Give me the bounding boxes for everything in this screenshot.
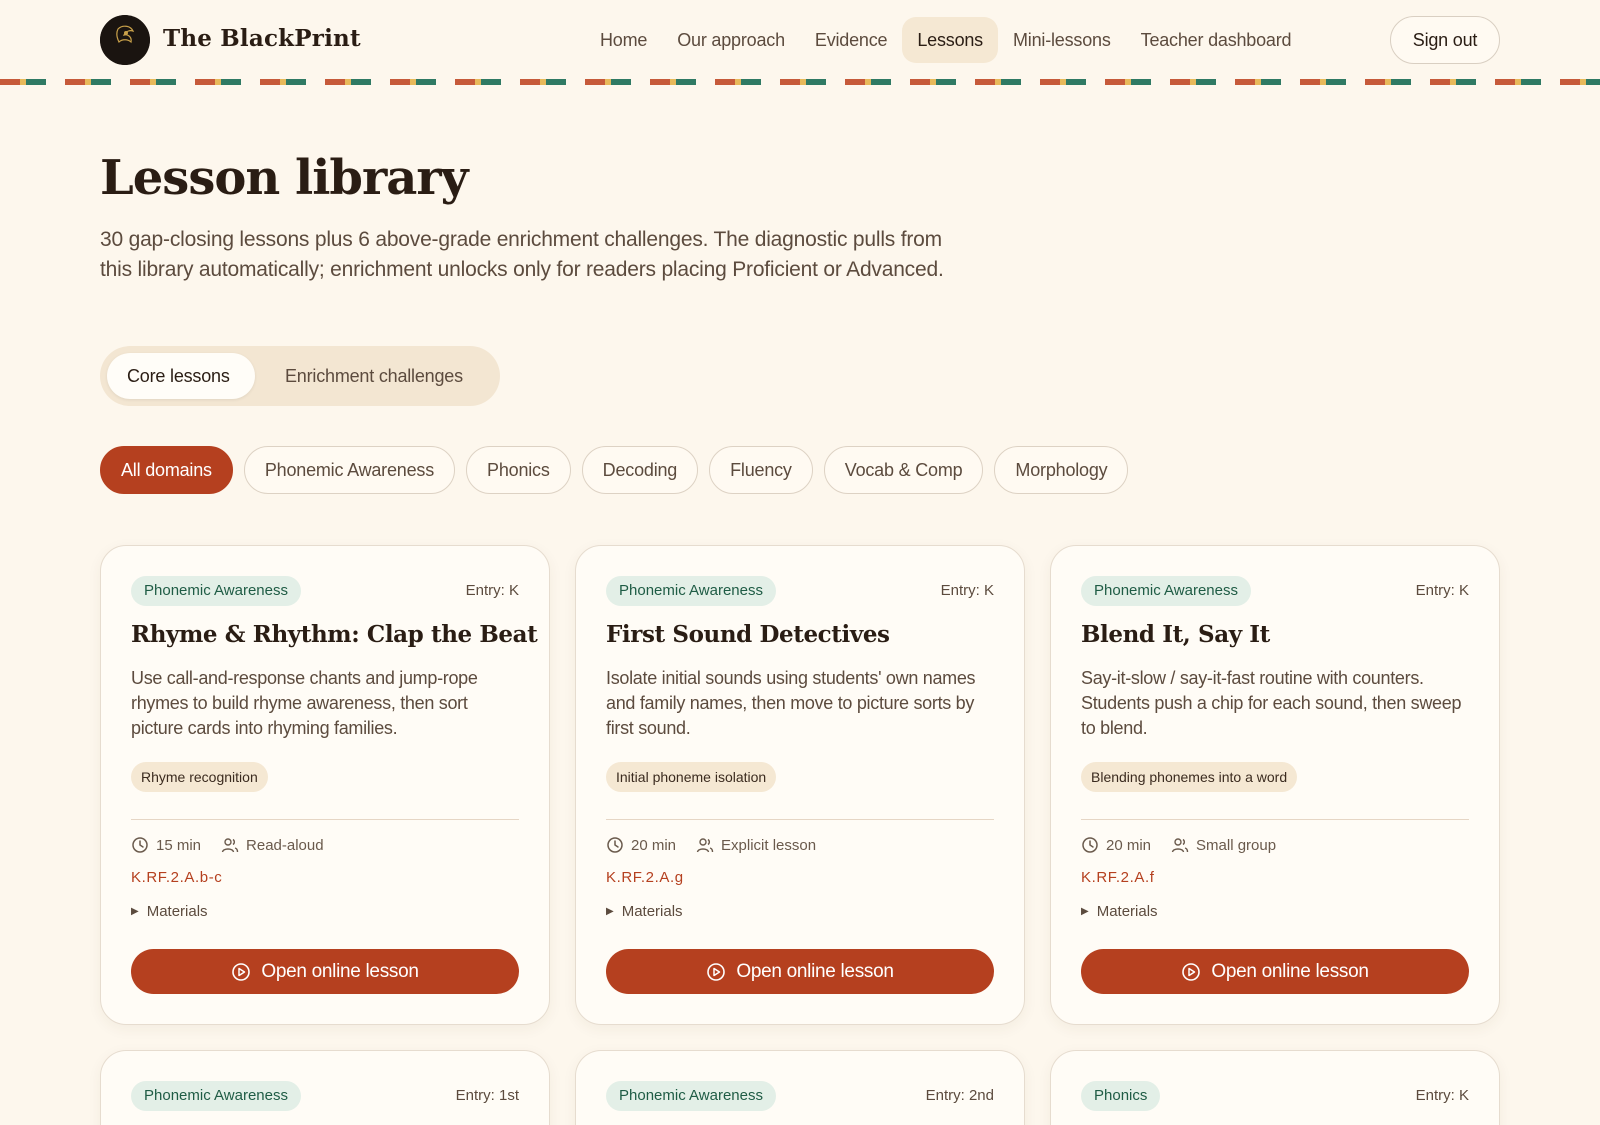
- lesson-title: First Sound Detectives: [606, 621, 890, 648]
- brand-name[interactable]: The BlackPrint: [163, 25, 361, 52]
- lesson-card: Phonemic Awareness Entry: 1st: [100, 1050, 550, 1125]
- caret-right-icon: ▶: [606, 906, 614, 917]
- lesson-title: Blend It, Say It: [1081, 621, 1270, 648]
- users-icon: [1171, 838, 1189, 853]
- users-icon: [221, 838, 239, 853]
- clock-icon: [132, 837, 148, 853]
- materials-label: Materials: [621, 903, 683, 920]
- entry-level: Entry: K: [940, 582, 994, 599]
- play-circle-icon: [1182, 962, 1201, 981]
- domain-tag: Phonemic Awareness: [606, 576, 776, 606]
- lesson-format: Explicit lesson: [721, 836, 817, 854]
- open-online-lesson-button[interactable]: Open online lesson: [131, 949, 519, 994]
- filter-all-domains[interactable]: All domains: [100, 446, 233, 494]
- materials-toggle[interactable]: ▶ Materials: [606, 903, 683, 920]
- open-lesson-label: Open online lesson: [261, 960, 419, 982]
- lesson-description: Say-it-slow / say-it-fast routine with c…: [1081, 668, 1462, 738]
- open-online-lesson-button[interactable]: Open online lesson: [1081, 949, 1469, 994]
- filter-phonics[interactable]: Phonics: [466, 446, 571, 494]
- filter-fluency[interactable]: Fluency: [709, 446, 813, 494]
- open-lesson-label: Open online lesson: [1211, 960, 1369, 982]
- domain-tag: Phonics: [1081, 1081, 1161, 1111]
- open-online-lesson-button[interactable]: Open online lesson: [606, 949, 994, 994]
- nav-mini-lessons[interactable]: Mini-lessons: [998, 17, 1126, 63]
- segment-core-lessons[interactable]: Core lessons: [107, 353, 255, 399]
- domain-tag: Phonemic Awareness: [131, 1081, 301, 1111]
- caret-right-icon: ▶: [131, 906, 139, 917]
- lesson-card: Phonics Entry: K: [1050, 1050, 1500, 1125]
- domain-tag: Phonemic Awareness: [1081, 576, 1251, 606]
- nav-lessons[interactable]: Lessons: [902, 17, 998, 63]
- lesson-meta: 15 min Read-aloud: [131, 833, 324, 857]
- standard-code: K.RF.2.A.g: [606, 869, 684, 886]
- standard-code: K.RF.2.A.f: [1081, 869, 1155, 886]
- duration: 15 min: [156, 836, 202, 854]
- card-divider: [606, 819, 994, 820]
- play-circle-icon: [232, 962, 251, 981]
- open-lesson-label: Open online lesson: [736, 960, 894, 982]
- page-title: Lesson library: [100, 150, 469, 206]
- skill-tag: Blending phonemes into a word: [1081, 762, 1298, 792]
- card-divider: [131, 819, 519, 820]
- materials-toggle[interactable]: ▶ Materials: [131, 903, 208, 920]
- site-header: The BlackPrint Home Our approach Evidenc…: [0, 0, 1600, 80]
- skill-tag: Rhyme recognition: [131, 762, 268, 792]
- lesson-format: Small group: [1196, 836, 1277, 854]
- main-nav: Home Our approach Evidence Lessons Mini-…: [585, 17, 1306, 63]
- play-circle-icon: [707, 962, 726, 981]
- clock-icon: [1082, 837, 1098, 853]
- materials-toggle[interactable]: ▶ Materials: [1081, 903, 1158, 920]
- lesson-title: Rhyme & Rhythm: Clap the Beat: [131, 621, 538, 648]
- nav-teacher-dashboard[interactable]: Teacher dashboard: [1126, 17, 1307, 63]
- filter-morphology[interactable]: Morphology: [994, 446, 1129, 494]
- nav-home[interactable]: Home: [585, 17, 662, 63]
- filter-phonemic-awareness[interactable]: Phonemic Awareness: [243, 446, 456, 494]
- decorative-stripe: [0, 79, 1600, 85]
- lesson-meta: 20 min Small group: [1081, 833, 1276, 857]
- lesson-card: Phonemic Awareness Entry: K Blend It, Sa…: [1050, 545, 1500, 1025]
- nav-our-approach[interactable]: Our approach: [662, 17, 800, 63]
- lesson-card: Phonemic Awareness Entry: K First Sound …: [575, 545, 1025, 1025]
- standard-code: K.RF.2.A.b-c: [131, 869, 223, 886]
- entry-level: Entry: K: [1415, 1087, 1469, 1104]
- entry-level: Entry: 1st: [455, 1087, 519, 1104]
- lesson-description: Use call-and-response chants and jump-ro…: [131, 668, 478, 738]
- lesson-meta: 20 min Explicit lesson: [606, 833, 816, 857]
- clock-icon: [607, 837, 623, 853]
- entry-level: Entry: 2nd: [925, 1087, 994, 1104]
- domain-tag: Phonemic Awareness: [131, 576, 301, 606]
- lesson-card: Phonemic Awareness Entry: K Rhyme & Rhyt…: [100, 545, 550, 1025]
- filter-decoding[interactable]: Decoding: [581, 446, 699, 494]
- skill-tag: Initial phoneme isolation: [606, 762, 777, 792]
- lesson-format: Read-aloud: [246, 836, 324, 854]
- nav-evidence[interactable]: Evidence: [800, 17, 902, 63]
- lesson-type-toggle: Core lessons Enrichment challenges: [100, 346, 500, 406]
- domain-filters: All domains Phonemic Awareness Phonics D…: [100, 446, 1129, 494]
- caret-right-icon: ▶: [1081, 906, 1089, 917]
- materials-label: Materials: [146, 903, 208, 920]
- users-icon: [696, 838, 714, 853]
- entry-level: Entry: K: [465, 582, 519, 599]
- lesson-card: Phonemic Awareness Entry: 2nd: [575, 1050, 1025, 1125]
- entry-level: Entry: K: [1415, 582, 1469, 599]
- materials-label: Materials: [1096, 903, 1158, 920]
- filter-vocab-comp[interactable]: Vocab & Comp: [823, 446, 984, 494]
- duration: 20 min: [631, 836, 677, 854]
- sign-out-button[interactable]: Sign out: [1390, 16, 1500, 64]
- lesson-description: Isolate initial sounds using students' o…: [606, 668, 976, 738]
- segment-enrichment-challenges[interactable]: Enrichment challenges: [265, 353, 483, 399]
- page-description: 30 gap-closing lessons plus 6 above-grad…: [100, 228, 944, 281]
- duration: 20 min: [1106, 836, 1152, 854]
- brand-logo[interactable]: [100, 15, 150, 65]
- domain-tag: Phonemic Awareness: [606, 1081, 776, 1111]
- card-divider: [1081, 819, 1469, 820]
- brand-logo-icon: [100, 15, 150, 65]
